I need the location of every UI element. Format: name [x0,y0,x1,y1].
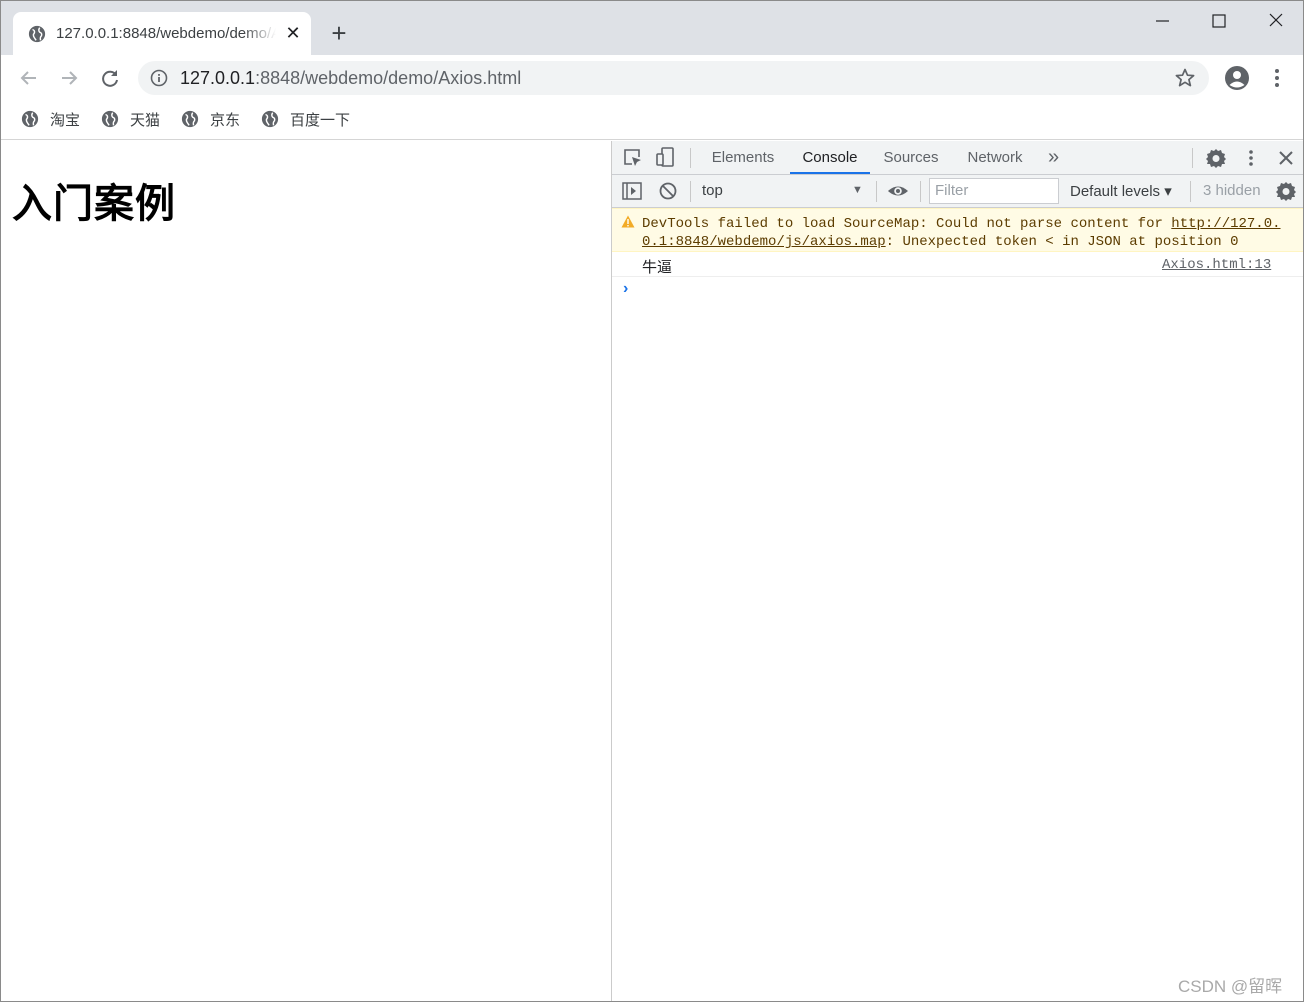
chevron-down-icon[interactable]: ▼ [852,184,863,196]
separator [920,181,921,202]
context-selector[interactable]: top [702,182,723,199]
bookmark-item[interactable]: 淘宝 [21,108,80,130]
separator [690,181,691,202]
tab-sources[interactable]: Sources [878,141,944,174]
devtools-tabbar: Elements Console Sources Network » [612,141,1303,175]
globe-icon [28,25,46,43]
separator [1190,181,1191,202]
settings-gear-icon[interactable] [1205,147,1227,169]
bookmark-label: 京东 [210,111,241,129]
console-settings-gear-icon[interactable] [1275,180,1297,202]
console-log-message: 牛逼 Axios.html:13 [612,252,1303,277]
reload-icon[interactable] [96,64,124,92]
tab-console[interactable]: Console [790,141,870,174]
log-source-link[interactable]: Axios.html:13 [1162,257,1271,273]
tab-elements[interactable]: Elements [704,141,782,174]
bookmark-item[interactable]: 京东 [181,108,240,130]
log-text: 牛逼 [642,259,673,276]
bookmark-label: 百度一下 [290,111,351,129]
hidden-count[interactable]: 3 hidden [1203,182,1261,199]
tab-network[interactable]: Network [960,141,1030,174]
tab-close-icon[interactable]: ✕ [283,22,303,44]
minimize-icon[interactable] [1148,8,1176,34]
url-host: 127.0.0.1 [180,68,256,88]
warning-icon [621,215,635,228]
bookmark-label: 淘宝 [50,111,81,129]
separator [1192,148,1193,168]
show-sidebar-icon[interactable] [621,180,643,202]
sourcemap-link[interactable]: http://127.0. [1171,216,1280,232]
url-path: :8848/webdemo/demo/Axios.html [255,68,522,88]
log-levels-dropdown[interactable]: Default levels ▾ [1070,182,1172,200]
bookmark-star-icon[interactable] [1174,67,1196,89]
separator [690,148,691,168]
globe-icon [181,110,199,128]
bookmark-item[interactable]: 百度一下 [261,108,350,130]
bookmark-item[interactable]: 天猫 [101,108,160,130]
tab-title: 127.0.0.1:8848/webdemo/demo/Axios.html [56,25,276,42]
browser-tab[interactable]: 127.0.0.1:8848/webdemo/demo/Axios.html ✕ [13,12,311,55]
url-text: 127.0.0.1:8848/webdemo/demo/Axios.html [180,67,521,89]
filter-input[interactable]: Filter [929,178,1059,204]
inspect-element-icon[interactable] [622,147,644,169]
page-viewport: 入门案例 [1,141,611,1001]
info-icon[interactable] [150,69,168,87]
console-toolbar: top ▼ Filter Default levels ▾ 3 hidden [612,175,1303,208]
more-tabs-icon[interactable]: » [1048,146,1059,169]
browser-toolbar: 127.0.0.1:8848/webdemo/demo/Axios.html [1,55,1303,100]
globe-icon [21,110,39,128]
back-icon[interactable] [15,64,43,92]
close-devtools-icon[interactable] [1275,147,1297,169]
device-toolbar-icon[interactable] [655,146,677,168]
close-window-icon[interactable] [1262,8,1290,34]
watermark: CSDN @留晖 [1178,977,1283,996]
kebab-menu-icon[interactable] [1267,66,1287,90]
live-expression-eye-icon[interactable] [887,180,909,202]
address-bar[interactable]: 127.0.0.1:8848/webdemo/demo/Axios.html [138,61,1209,95]
devtools-panel: Elements Console Sources Network » top ▼… [611,141,1303,1001]
devtools-menu-icon[interactable] [1240,147,1262,169]
browser-window: 127.0.0.1:8848/webdemo/demo/Axios.html ✕… [0,0,1304,1002]
maximize-icon[interactable] [1205,8,1233,34]
console-warning-message: DevTools failed to load SourceMap: Could… [612,208,1303,252]
globe-icon [101,110,119,128]
warning-text-post: : Unexpected token < in JSON at position… [885,234,1239,250]
warning-text-pre: DevTools failed to load SourceMap: Could… [642,216,1172,232]
new-tab-button[interactable]: + [327,20,351,46]
account-icon[interactable] [1224,65,1250,91]
sourcemap-link-cont[interactable]: 0.1:8848/webdemo/js/axios.map [642,234,886,250]
forward-icon[interactable] [55,64,83,92]
bookmarks-bar: 淘宝 天猫 京东 百度一下 [1,100,1303,140]
bookmark-label: 天猫 [130,111,161,129]
clear-console-icon[interactable] [657,180,679,202]
console-prompt[interactable]: › [623,280,628,298]
separator [876,181,877,202]
page-heading: 入门案例 [12,182,176,226]
globe-icon [261,110,279,128]
warning-text: DevTools failed to load SourceMap: Could… [642,215,1282,251]
tab-strip: 127.0.0.1:8848/webdemo/demo/Axios.html ✕… [1,1,1303,55]
